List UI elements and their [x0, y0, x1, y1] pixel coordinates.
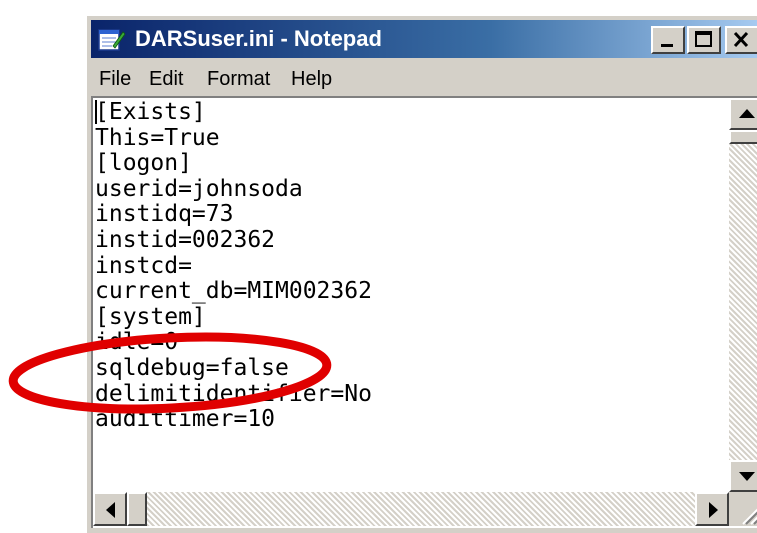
menu-bar: File Edit Format Help	[91, 62, 757, 96]
text-line: [system]	[95, 303, 206, 330]
scroll-right-button[interactable]	[695, 492, 729, 526]
text-content[interactable]: [Exists] This=True [logon] userid=johnso…	[95, 100, 723, 490]
vertical-scroll-thumb[interactable]	[729, 130, 757, 144]
text-line: instid=002362	[95, 226, 276, 253]
text-line: [Exists]	[95, 100, 206, 125]
text-line: userid=johnsoda	[95, 175, 303, 202]
resize-grip-icon	[742, 508, 757, 525]
title-bar[interactable]: DARSuser.ini - Notepad	[91, 20, 757, 58]
scroll-left-icon	[106, 502, 115, 518]
text-line: instidq=73	[95, 201, 234, 228]
menu-edit[interactable]: Edit	[149, 67, 183, 91]
scroll-down-button[interactable]	[729, 460, 757, 492]
text-line: sqldebug=false	[95, 354, 289, 381]
close-icon	[733, 31, 749, 48]
notepad-window: DARSuser.ini - Notepad File Edit Format …	[86, 15, 757, 533]
menu-format[interactable]: Format	[207, 67, 270, 91]
text-line: audittimer=10	[95, 406, 276, 433]
notepad-icon	[98, 29, 125, 51]
vertical-scrollbar[interactable]	[729, 98, 757, 492]
scroll-up-button[interactable]	[729, 98, 757, 130]
horizontal-scroll-thumb[interactable]	[127, 492, 147, 526]
resize-grip[interactable]	[729, 492, 757, 526]
scroll-left-button[interactable]	[93, 492, 127, 526]
scroll-right-icon	[709, 502, 718, 518]
text-line: This=True	[95, 124, 220, 151]
text-line: [logon]	[95, 150, 192, 177]
text-editor[interactable]: [Exists] This=True [logon] userid=johnso…	[91, 96, 757, 528]
text-line: delimitidentifier=No	[95, 380, 372, 407]
menu-file[interactable]: File	[99, 67, 131, 91]
minimize-button[interactable]	[651, 26, 685, 54]
menu-help[interactable]: Help	[291, 67, 332, 91]
scroll-up-icon	[739, 109, 755, 118]
text-line: instcd=	[95, 252, 192, 279]
maximize-icon	[695, 31, 712, 47]
scroll-down-icon	[739, 472, 755, 481]
text-line: current_db=MIM002362	[95, 278, 372, 305]
close-button[interactable]	[725, 26, 757, 54]
minimize-icon	[661, 44, 673, 47]
maximize-button[interactable]	[687, 26, 721, 54]
horizontal-scrollbar[interactable]	[93, 492, 729, 526]
window-title: DARSuser.ini - Notepad	[135, 26, 382, 51]
text-caret	[95, 100, 97, 124]
text-line-highlighted: idle=0	[95, 329, 179, 356]
